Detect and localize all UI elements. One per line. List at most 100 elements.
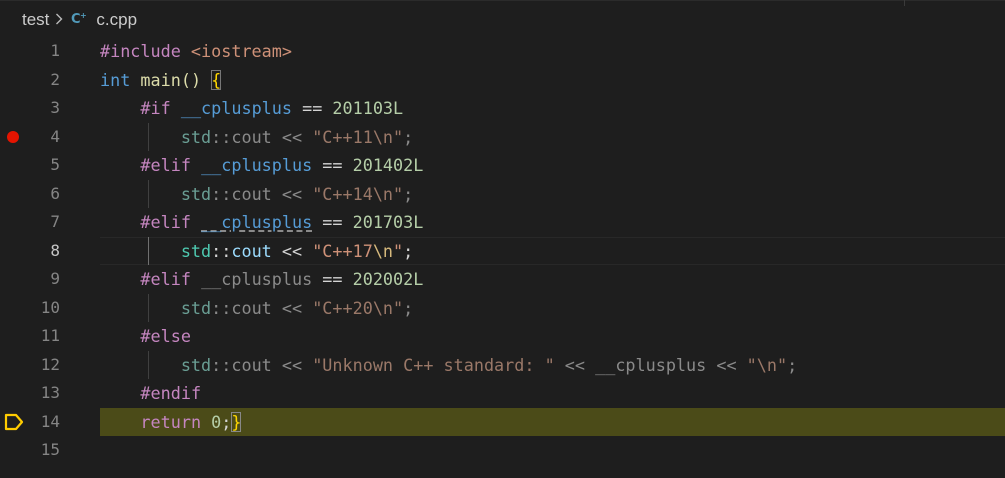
function-token: main [140, 69, 181, 90]
debug-arrow-icon [4, 413, 24, 430]
scope-token: :: [211, 354, 232, 375]
line-number[interactable]: 6 [30, 180, 60, 209]
code-line: 2 int main() { [0, 66, 1005, 95]
string-token: "C++14 [312, 183, 373, 204]
preprocessor-token: #elif [140, 269, 191, 289]
operator-token: << [554, 354, 596, 375]
code-line: 6 std::cout << "C++14\n"; [0, 179, 1005, 209]
code-line: 1 #include <iostream> [0, 37, 1005, 66]
code-line-current: 8 std::cout << "C++17\n"; [0, 236, 1005, 266]
semicolon-token: ; [787, 354, 798, 375]
preprocessor-token: #elif [140, 155, 191, 175]
line-number[interactable]: 5 [30, 151, 60, 180]
code-text[interactable]: #elif __cplusplus == 201402L [100, 151, 423, 180]
escape-token: \n [372, 126, 394, 147]
string-token: "C++17 [312, 240, 373, 261]
code-editor[interactable]: 1 #include <iostream> 2 int main() { 3 #… [0, 37, 1005, 478]
code-text[interactable]: std::cout << "C++20\n"; [100, 294, 413, 323]
semicolon-token: ; [221, 411, 232, 432]
preprocessor-token: #elif [140, 212, 191, 232]
macro-token: __cplusplus [595, 354, 707, 375]
line-number[interactable]: 13 [30, 379, 60, 408]
code-text[interactable]: #endif [100, 379, 201, 408]
string-end-token: " [393, 183, 404, 204]
string-end-token: " [393, 240, 404, 261]
string-end-token: " [777, 354, 788, 375]
breakpoint-icon[interactable] [7, 131, 19, 143]
preprocessor-token: #endif [140, 383, 202, 403]
preprocessor-token: #include [100, 41, 181, 61]
line-number[interactable]: 7 [30, 208, 60, 237]
paren-token: () [180, 69, 202, 90]
code-line: 9 #elif __cplusplus == 202002L [0, 265, 1005, 294]
semicolon-token: ; [403, 183, 414, 204]
string-end-token: " [393, 297, 404, 318]
line-number[interactable]: 4 [30, 123, 60, 152]
line-number[interactable]: 2 [30, 66, 60, 95]
line-number[interactable]: 8 [30, 237, 60, 266]
scope-token: :: [211, 183, 232, 204]
code-text[interactable]: std::cout << "Unknown C++ standard: " <<… [100, 351, 797, 380]
namespace-token: std [180, 354, 212, 375]
code-text[interactable]: std::cout << "C++17\n"; [100, 237, 413, 266]
namespace-token: std [180, 183, 212, 204]
operator-token: << [271, 297, 313, 318]
breadcrumb-file-label: c.cpp [96, 9, 138, 29]
preprocessor-token: #if [140, 98, 171, 118]
gutter[interactable] [0, 123, 30, 152]
variable-token: cout [231, 183, 272, 204]
line-number[interactable]: 15 [30, 436, 60, 465]
breadcrumb-file[interactable]: C + c.cpp [71, 10, 137, 30]
escape-token: \n [756, 354, 777, 375]
number-token: 201402L [352, 155, 424, 175]
code-line: 11 #else [0, 322, 1005, 351]
breadcrumb-folder[interactable]: test [22, 10, 49, 30]
code-line: 7 #elif __cplusplus == 201703L [0, 208, 1005, 237]
code-line: 3 #if __cplusplus == 201103L [0, 94, 1005, 123]
line-number[interactable]: 3 [30, 94, 60, 123]
number-token: 201103L [332, 98, 404, 118]
header-token: <iostream> [180, 41, 292, 61]
line-number[interactable]: 1 [30, 37, 60, 66]
namespace-token: std [180, 126, 212, 147]
code-text[interactable]: #include <iostream> [100, 37, 292, 66]
code-text[interactable]: #if __cplusplus == 201103L [100, 94, 403, 123]
macro-token: __cplusplus [180, 98, 292, 118]
line-number[interactable]: 10 [30, 294, 60, 323]
line-number[interactable]: 9 [30, 265, 60, 294]
operator-token: << [271, 126, 313, 147]
namespace-token: std [180, 240, 212, 261]
string-token: "C++11 [312, 126, 373, 147]
operator-token: << [271, 183, 313, 204]
keyword-token: return [140, 411, 202, 432]
code-text[interactable]: #elif __cplusplus == 202002L [100, 265, 423, 294]
scope-token: :: [211, 297, 232, 318]
number-token: 201703L [352, 212, 424, 232]
string-end-token: " [393, 126, 404, 147]
semicolon-token: ; [403, 297, 414, 318]
code-line: 5 #elif __cplusplus == 201402L [0, 151, 1005, 180]
code-line: 12 std::cout << "Unknown C++ standard: "… [0, 350, 1005, 380]
code-text[interactable]: std::cout << "C++14\n"; [100, 180, 413, 209]
code-line: 15 [0, 436, 1005, 465]
line-number[interactable]: 11 [30, 322, 60, 351]
operator-token: << [271, 240, 313, 261]
code-text[interactable]: #elif __cplusplus == 201703L [100, 208, 423, 237]
escape-token: \n [372, 297, 394, 318]
macro-token: __cplusplus [201, 269, 313, 289]
semicolon-token: ; [403, 126, 414, 147]
variable-token: cout [231, 126, 272, 147]
code-text[interactable]: std::cout << "C++11\n"; [100, 123, 413, 152]
code-text[interactable]: int main() { [100, 66, 222, 95]
code-text[interactable]: #else [100, 322, 191, 351]
line-number[interactable]: 12 [30, 351, 60, 380]
string-token: "Unknown C++ standard: " [312, 354, 555, 375]
code-line-debug-stop: 14 return 0;} [0, 407, 1005, 437]
escape-token: \n [372, 240, 394, 261]
line-number[interactable]: 14 [30, 408, 60, 437]
gutter[interactable] [0, 408, 30, 437]
variable-token: cout [231, 354, 272, 375]
number-token: 0 [211, 411, 222, 432]
operator-token: == [312, 155, 353, 175]
code-text[interactable]: return 0;} [100, 408, 242, 437]
